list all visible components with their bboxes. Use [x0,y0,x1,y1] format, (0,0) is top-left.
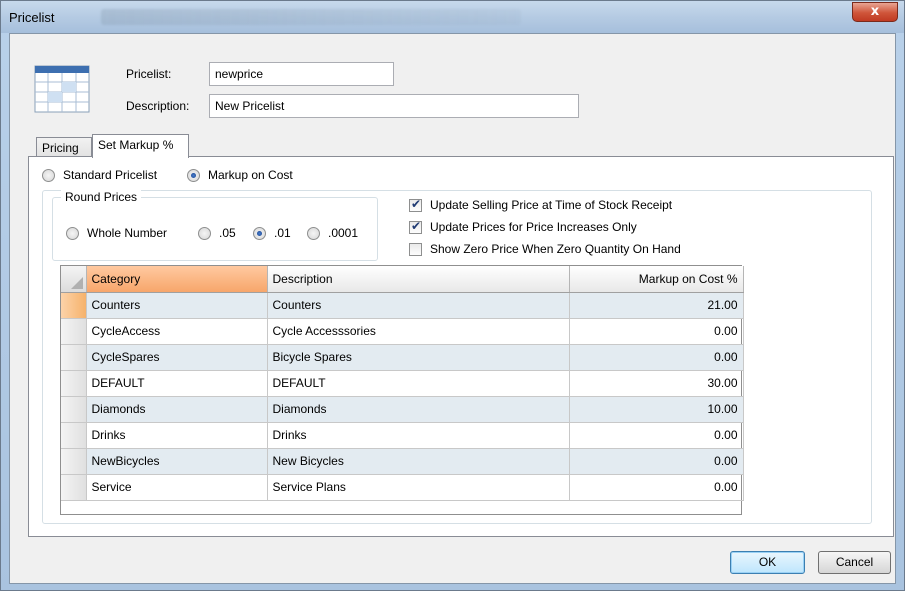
markup-table: Category Description Markup on Cost % Co… [61,266,744,501]
row-header[interactable] [61,396,87,423]
cancel-button[interactable]: Cancel [818,551,891,574]
pricelist-label: Pricelist: [126,67,172,81]
show-zero-price-label: Show Zero Price When Zero Quantity On Ha… [430,242,681,256]
round-prices-group: Round Prices Whole Number .05 .01 .0001 [52,190,378,261]
cell-markup[interactable]: 0.00 [569,318,744,345]
table-row[interactable]: Diamonds Diamonds 10.00 [61,396,744,423]
cell-description[interactable]: DEFAULT [267,370,570,397]
cell-category[interactable]: Drinks [86,422,268,449]
cell-description[interactable]: Cycle Accesssories [267,318,570,345]
cell-description[interactable]: Service Plans [267,474,570,501]
cell-category[interactable]: Diamonds [86,396,268,423]
round-0001-radio[interactable] [307,227,320,240]
ok-button[interactable]: OK [730,551,805,574]
table-grid-icon [34,65,90,113]
show-zero-price-checkbox[interactable] [409,243,422,256]
round-05-radio[interactable] [198,227,211,240]
pricelist-field[interactable]: newprice [209,62,394,86]
standard-pricelist-label: Standard Pricelist [63,168,158,182]
cell-category[interactable]: DEFAULT [86,370,268,397]
round-01-label: .01 [274,226,291,240]
markup-grid[interactable]: Category Description Markup on Cost % Co… [60,265,744,515]
cell-markup[interactable]: 21.00 [569,292,744,319]
cell-description[interactable]: Diamonds [267,396,570,423]
round-prices-legend: Round Prices [61,190,142,204]
description-label: Description: [126,99,190,113]
row-header[interactable] [61,370,87,397]
round-whole-number-label: Whole Number [87,226,168,240]
table-row[interactable]: Drinks Drinks 0.00 [61,422,744,449]
tab-set-markup[interactable]: Set Markup % [92,134,189,158]
row-header[interactable] [61,292,87,319]
table-row[interactable]: DEFAULT DEFAULT 30.00 [61,370,744,397]
round-whole-number-radio[interactable] [66,227,79,240]
grid-header-row: Category Description Markup on Cost % [61,266,744,293]
row-header[interactable] [61,344,87,371]
cell-markup[interactable]: 0.00 [569,474,744,501]
cell-markup[interactable]: 0.00 [569,344,744,371]
cell-description[interactable]: Drinks [267,422,570,449]
close-button[interactable]: x [852,2,898,22]
cell-category[interactable]: Service [86,474,268,501]
cell-description[interactable]: Bicycle Spares [267,344,570,371]
title-bar[interactable]: Pricelist x [1,1,904,33]
round-01-radio[interactable] [253,227,266,240]
update-selling-price-checkbox[interactable] [409,197,422,212]
window-title: Pricelist [9,10,55,25]
update-price-increases-checkbox[interactable] [409,219,422,234]
background-toolbar-ghost [101,9,521,25]
cell-category[interactable]: NewBicycles [86,448,268,475]
markup-on-cost-label: Markup on Cost [208,168,293,182]
column-header-markup[interactable]: Markup on Cost % [569,266,744,293]
markup-tab-panel: Standard Pricelist Markup on Cost Round … [28,156,894,537]
update-selling-price-label: Update Selling Price at Time of Stock Re… [430,198,673,212]
column-header-description[interactable]: Description [267,266,570,293]
table-row[interactable]: NewBicycles New Bicycles 0.00 [61,448,744,475]
standard-pricelist-radio[interactable] [42,169,55,182]
tab-pricing[interactable]: Pricing [36,137,92,158]
round-0001-label: .0001 [328,226,359,240]
cell-markup[interactable]: 0.00 [569,422,744,449]
table-row[interactable]: CycleAccess Cycle Accesssories 0.00 [61,318,744,345]
column-header-category[interactable]: Category [86,266,268,293]
row-header[interactable] [61,474,87,501]
cell-markup[interactable]: 0.00 [569,448,744,475]
round-05-label: .05 [219,226,236,240]
table-row[interactable]: Service Service Plans 0.00 [61,474,744,501]
cell-markup[interactable]: 30.00 [569,370,744,397]
update-price-increases-label: Update Prices for Price Increases Only [430,220,637,234]
cell-markup[interactable]: 10.00 [569,396,744,423]
row-header[interactable] [61,318,87,345]
cell-category[interactable]: CycleAccess [86,318,268,345]
table-row[interactable]: CycleSpares Bicycle Spares 0.00 [61,344,744,371]
cell-category[interactable]: CycleSpares [86,344,268,371]
markup-on-cost-radio[interactable] [187,169,200,182]
grid-select-all-corner[interactable] [61,266,87,293]
pricelist-window: Pricelist x Pricelist: newprice Descript… [0,0,905,591]
row-header[interactable] [61,448,87,475]
cell-description[interactable]: New Bicycles [267,448,570,475]
table-row[interactable]: Counters Counters 21.00 [61,292,744,319]
row-header[interactable] [61,422,87,449]
description-field[interactable]: New Pricelist [209,94,579,118]
dialog-client: Pricelist: newprice Description: New Pri… [9,33,896,584]
cell-description[interactable]: Counters [267,292,570,319]
cell-category[interactable]: Counters [86,292,268,319]
